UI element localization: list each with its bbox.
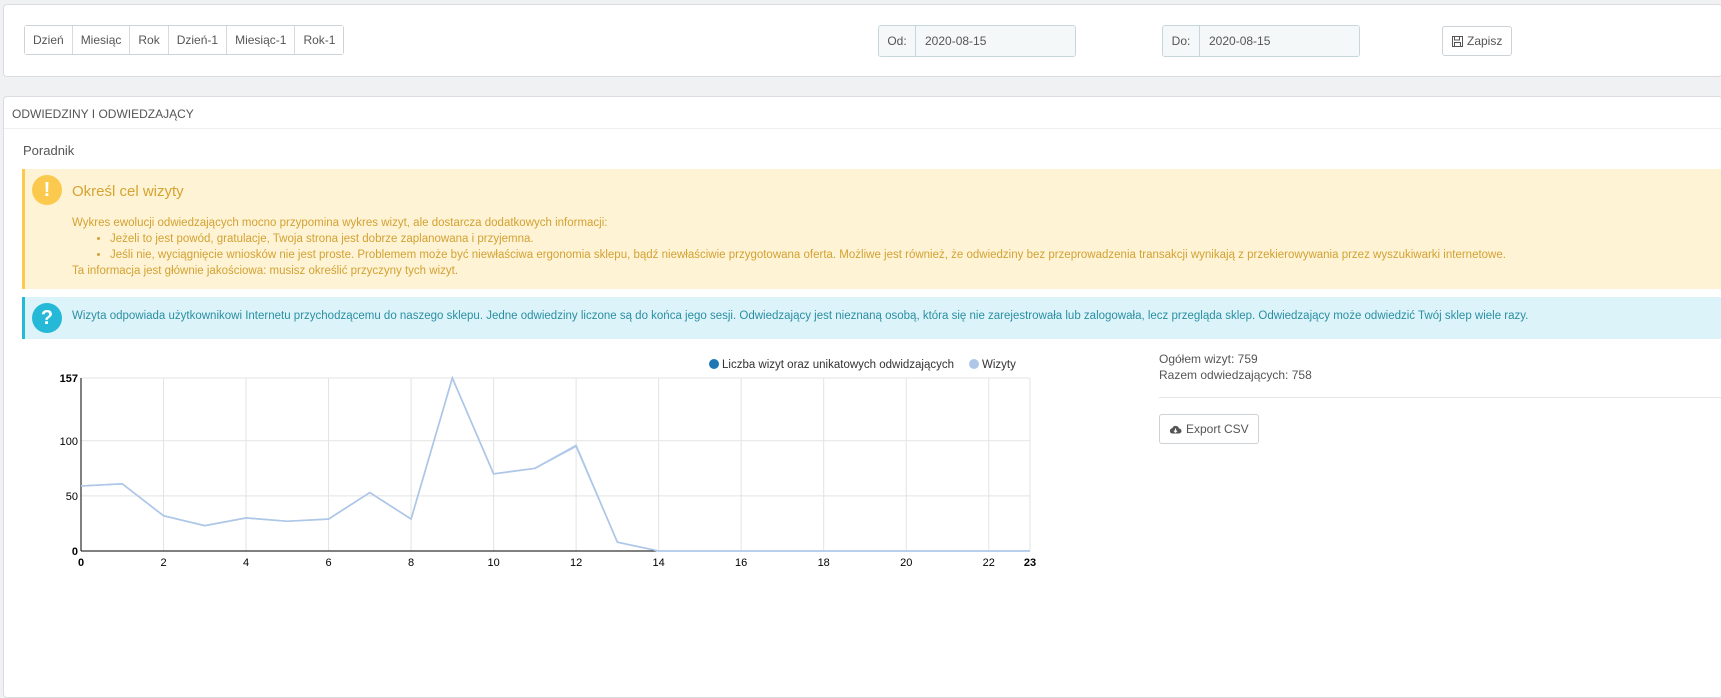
period-year-button[interactable]: Rok [130, 26, 169, 54]
period-month-button[interactable]: Miesiąc [72, 26, 131, 54]
visits-chart: 0 2 4 6 8 10 12 14 16 18 20 22 23 0 50 100 157 Liczba wi… [60, 359, 1036, 569]
cloud-download-icon [1169, 425, 1182, 433]
question-mark-icon: ? [32, 303, 62, 333]
x-tick-label: 12 [570, 557, 582, 569]
date-from-group: Od: 2020-08-15 [878, 25, 1076, 57]
warning-title: Określ cel wizyty [72, 183, 184, 200]
x-tick-label: 16 [735, 557, 747, 569]
total-visits: Ogółem wizyt: 759 [1159, 352, 1258, 366]
date-from-label: Od: [879, 26, 916, 56]
warning-alert: ! Określ cel wizyty Wykres ewolucji odwi… [22, 169, 1721, 289]
date-to-group: Do: 2020-08-15 [1162, 25, 1360, 57]
info-alert: ? Wizyta odpowiada użytkownikowi Interne… [22, 297, 1721, 339]
warning-list: Jeżeli to jest powód, gratulacje, Twoja … [72, 231, 1506, 263]
toolbar-panel: Dzień Miesiąc Rok Dzień-1 Miesiąc-1 Rok-… [3, 4, 1721, 77]
totals-summary: Ogółem wizyt: 759 Razem odwiedzających: … [1159, 351, 1312, 383]
date-from-input[interactable]: 2020-08-15 [916, 26, 1075, 56]
total-visitors: Razem odwiedzających: 758 [1159, 368, 1312, 382]
warning-list-item: Jeśli nie, wyciągnięcie wniosków nie jes… [110, 247, 1506, 263]
legend-label-series-1[interactable]: Liczba wizyt oraz unikatowych odwidzając… [722, 359, 954, 371]
x-tick-label: 2 [160, 557, 166, 569]
chart-axes: 0 2 4 6 8 10 12 14 16 18 20 22 23 0 50 100 157 [60, 373, 1036, 569]
legend-label-series-2[interactable]: Wizyty [982, 359, 1016, 371]
x-tick-label: 6 [326, 557, 332, 569]
y-tick-label: 100 [60, 436, 78, 448]
chart-grid [81, 377, 1031, 551]
save-button[interactable]: Zapisz [1442, 26, 1513, 56]
warning-intro: Wykres ewolucji odwiedzających mocno prz… [72, 217, 608, 229]
panel-heading: ODWIEDZINY I ODWIEDZAJĄCY [12, 107, 194, 121]
x-tick-label: 14 [653, 557, 665, 569]
period-previous-month-button[interactable]: Miesiąc-1 [227, 26, 296, 54]
period-day-button[interactable]: Dzień [25, 26, 73, 54]
period-button-group: Dzień Miesiąc Rok Dzień-1 Miesiąc-1 Rok-… [24, 25, 345, 55]
x-tick-label: 23 [1024, 557, 1036, 569]
x-tick-label: 22 [983, 557, 995, 569]
y-tick-label: 157 [60, 373, 78, 385]
save-button-label: Zapisz [1467, 34, 1503, 48]
period-previous-day-button[interactable]: Dzień-1 [168, 26, 228, 54]
warning-list-item: Jeżeli to jest powód, gratulacje, Twoja … [110, 231, 1506, 247]
heading-divider [4, 128, 1721, 129]
floppy-disk-icon [1452, 35, 1463, 47]
y-tick-label: 50 [66, 491, 78, 503]
exclamation-icon: ! [32, 175, 62, 205]
date-to-input[interactable]: 2020-08-15 [1200, 26, 1359, 56]
export-csv-button[interactable]: Export CSV [1159, 414, 1259, 444]
y-tick-label: 0 [72, 546, 78, 558]
period-previous-year-button[interactable]: Rok-1 [295, 26, 344, 54]
x-tick-label: 18 [818, 557, 830, 569]
x-tick-label: 20 [900, 557, 912, 569]
x-tick-label: 0 [78, 557, 84, 569]
warning-body: Wykres ewolucji odwiedzających mocno prz… [72, 215, 1506, 279]
warning-outro: Ta informacja jest głównie jakościowa: m… [72, 265, 459, 277]
series-line-2 [80, 375, 1030, 552]
guide-title: Poradnik [23, 143, 75, 158]
x-tick-label: 4 [243, 557, 249, 569]
x-tick-label: 10 [487, 557, 499, 569]
visits-panel: ODWIEDZINY I ODWIEDZAJĄCY Poradnik ! Okr… [3, 96, 1721, 698]
legend-marker-series-1 [709, 359, 719, 369]
totals-divider [1159, 397, 1721, 398]
info-text: Wizyta odpowiada użytkownikowi Internetu… [72, 310, 1529, 322]
date-to-label: Do: [1163, 26, 1200, 56]
chart-series [80, 375, 1030, 552]
chart-legend[interactable]: Liczba wizyt oraz unikatowych odwidzając… [709, 359, 1016, 371]
legend-marker-series-2 [969, 359, 979, 369]
x-tick-label: 8 [408, 557, 414, 569]
export-csv-label: Export CSV [1186, 422, 1249, 436]
series-line-1 [80, 375, 1030, 552]
